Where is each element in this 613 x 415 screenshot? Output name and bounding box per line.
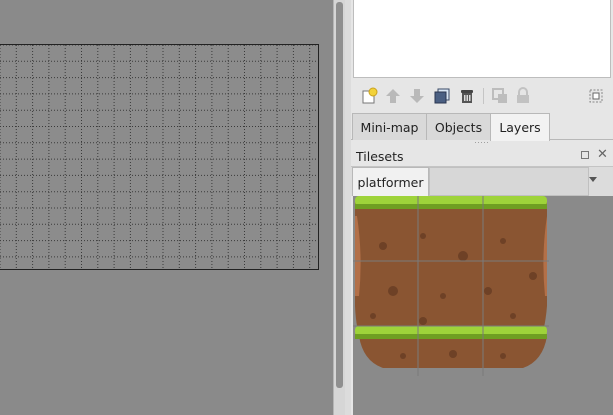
map-view[interactable]	[0, 0, 333, 415]
scrollbar-handle[interactable]	[336, 2, 343, 388]
tab-platformer[interactable]: platformer	[352, 167, 429, 196]
tileset-tab-area	[429, 167, 589, 196]
tab-mini-map[interactable]: Mini-map	[352, 113, 427, 140]
layers-toolbar	[351, 82, 613, 110]
move-layer-up-icon[interactable]	[383, 86, 403, 106]
tileset-tabbar: platformer	[351, 166, 613, 196]
close-panel-icon[interactable]: ✕	[597, 147, 608, 163]
float-panel-icon[interactable]	[581, 151, 589, 159]
toolbar-separator	[483, 88, 484, 104]
group-layer-icon[interactable]	[490, 86, 510, 106]
dock-tabs: Mini-map Objects Layers	[351, 112, 613, 141]
right-dock: Mini-map Objects Layers Tilesets ✕ platf…	[351, 0, 613, 415]
map-vertical-scrollbar[interactable]	[333, 0, 345, 415]
tileset-view[interactable]	[353, 196, 613, 415]
lock-icon[interactable]	[513, 86, 533, 106]
tab-objects[interactable]: Objects	[426, 113, 491, 140]
map-canvas[interactable]	[0, 44, 319, 270]
tilesets-header: Tilesets ✕	[351, 146, 613, 166]
tileset-image	[353, 196, 549, 376]
delete-layer-icon[interactable]	[457, 86, 477, 106]
duplicate-layer-icon[interactable]	[432, 86, 452, 106]
highlight-current-layer-icon[interactable]	[586, 86, 606, 106]
map-grid	[0, 45, 318, 269]
move-layer-down-icon[interactable]	[407, 86, 427, 106]
tab-layers[interactable]: Layers	[490, 113, 550, 141]
new-layer-icon[interactable]	[359, 86, 379, 106]
chevron-down-icon[interactable]	[589, 177, 597, 182]
dock-resize-grip[interactable]	[473, 141, 489, 145]
tilesets-title: Tilesets	[356, 149, 404, 164]
layers-list[interactable]	[353, 0, 611, 78]
